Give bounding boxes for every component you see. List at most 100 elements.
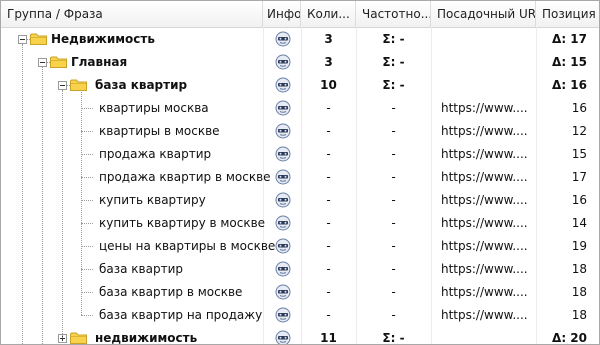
phrase-text: продажа квартир bbox=[99, 147, 212, 161]
column-header-phrase[interactable]: Группа / Фраза bbox=[1, 1, 263, 27]
frequency-cell: - bbox=[391, 147, 396, 161]
frequency-cell: - bbox=[391, 285, 396, 299]
count-cell: 3 bbox=[324, 32, 333, 46]
info-icon[interactable] bbox=[275, 261, 291, 277]
table-header: Группа / Фраза Инфо Коли... Частотно... … bbox=[1, 1, 599, 28]
info-icon[interactable] bbox=[275, 123, 291, 139]
tree-connector bbox=[81, 108, 93, 109]
phrase-text: база квартир bbox=[99, 262, 183, 276]
count-cell: - bbox=[326, 193, 331, 207]
url-cell[interactable]: https://www.... bbox=[431, 304, 536, 327]
info-icon[interactable] bbox=[275, 31, 291, 47]
url-cell[interactable] bbox=[431, 51, 536, 74]
url-cell[interactable]: https://www.... bbox=[431, 166, 536, 189]
frequency-cell: Σ: - bbox=[382, 55, 405, 69]
count-cell: - bbox=[326, 124, 331, 138]
position-cell: Δ: 16 bbox=[552, 78, 587, 92]
tree-connector bbox=[81, 246, 93, 247]
frequency-cell: Σ: - bbox=[382, 78, 405, 92]
url-cell[interactable]: https://www.... bbox=[431, 189, 536, 212]
info-icon[interactable] bbox=[275, 77, 291, 93]
position-cell: 18 bbox=[571, 308, 587, 322]
position-cell: 16 bbox=[571, 101, 587, 115]
count-cell: 11 bbox=[320, 331, 337, 345]
group-name: недвижимость bbox=[95, 331, 198, 345]
frequency-cell: - bbox=[391, 216, 396, 230]
url-cell[interactable]: https://www.... bbox=[431, 281, 536, 304]
group-row[interactable]: недвижимость 11 Σ: - Δ: 20 bbox=[1, 327, 599, 345]
url-cell[interactable]: https://www.... bbox=[431, 258, 536, 281]
tree-connector bbox=[22, 44, 23, 344]
column-header-frequency[interactable]: Частотно... bbox=[356, 1, 431, 27]
position-cell: 18 bbox=[571, 285, 587, 299]
phrase-text: купить квартиру в москве bbox=[99, 216, 266, 230]
url-cell[interactable]: https://www.... bbox=[431, 120, 536, 143]
column-header-count[interactable]: Коли... bbox=[301, 1, 356, 27]
phrase-text: квартиры москва bbox=[99, 101, 209, 115]
tree-connector bbox=[46, 62, 50, 63]
frequency-cell: - bbox=[391, 193, 396, 207]
url-cell[interactable]: https://www.... bbox=[431, 97, 536, 120]
folder-icon bbox=[70, 79, 87, 91]
group-row[interactable]: Недвижимость 3 Σ: - Δ: 17 bbox=[1, 28, 599, 51]
position-cell: 18 bbox=[571, 262, 587, 276]
column-header-info[interactable]: Инфо bbox=[263, 1, 301, 27]
position-cell: Δ: 20 bbox=[552, 331, 587, 345]
url-cell[interactable] bbox=[431, 74, 536, 97]
phrase-tree-table: Группа / Фраза Инфо Коли... Частотно... … bbox=[0, 0, 600, 345]
info-icon[interactable] bbox=[275, 215, 291, 231]
count-cell: - bbox=[326, 170, 331, 184]
position-cell: 12 bbox=[571, 124, 587, 138]
tree-connector bbox=[81, 223, 93, 224]
info-icon[interactable] bbox=[275, 169, 291, 185]
group-row[interactable]: база квартир 10 Σ: - Δ: 16 bbox=[1, 74, 599, 97]
count-cell: - bbox=[326, 147, 331, 161]
frequency-cell: Σ: - bbox=[382, 32, 405, 46]
info-icon[interactable] bbox=[275, 307, 291, 323]
info-icon[interactable] bbox=[275, 54, 291, 70]
url-cell[interactable] bbox=[431, 327, 536, 344]
info-icon[interactable] bbox=[275, 192, 291, 208]
url-cell[interactable]: https://www.... bbox=[431, 212, 536, 235]
tree-connector bbox=[81, 92, 82, 315]
position-cell: 16 bbox=[571, 193, 587, 207]
group-row[interactable]: Главная 3 Σ: - Δ: 15 bbox=[1, 51, 599, 74]
count-cell: 10 bbox=[320, 78, 337, 92]
frequency-cell: - bbox=[391, 239, 396, 253]
folder-icon bbox=[70, 332, 87, 344]
tree-connector bbox=[81, 269, 93, 270]
tree-connector bbox=[81, 131, 93, 132]
tree-connector bbox=[42, 67, 43, 344]
tree-connector bbox=[81, 154, 93, 155]
tree-connector bbox=[26, 39, 30, 40]
column-header-position[interactable]: Позиция bbox=[536, 1, 599, 27]
tree-connector bbox=[81, 315, 93, 316]
phrase-text: цены на квартиры в москве bbox=[99, 239, 276, 253]
info-icon[interactable] bbox=[275, 238, 291, 254]
info-icon[interactable] bbox=[275, 146, 291, 162]
count-cell: - bbox=[326, 239, 331, 253]
frequency-cell: Σ: - bbox=[382, 331, 405, 345]
url-cell[interactable]: https://www.... bbox=[431, 235, 536, 258]
url-cell[interactable] bbox=[431, 28, 536, 51]
phrase-text: купить квартиру bbox=[99, 193, 206, 207]
column-header-url[interactable]: Посадочный URL bbox=[431, 1, 536, 27]
count-cell: - bbox=[326, 262, 331, 276]
count-cell: - bbox=[326, 101, 331, 115]
phrase-text: продажа квартир в москве bbox=[99, 170, 271, 184]
tree-connector bbox=[81, 200, 93, 201]
frequency-cell: - bbox=[391, 262, 396, 276]
group-name: Недвижимость bbox=[51, 32, 155, 46]
phrase-text: база квартир на продажу bbox=[99, 308, 263, 322]
info-icon[interactable] bbox=[275, 284, 291, 300]
position-cell: 19 bbox=[571, 239, 587, 253]
info-icon[interactable] bbox=[275, 100, 291, 116]
frequency-cell: - bbox=[391, 170, 396, 184]
phrase-text: база квартир в москве bbox=[99, 285, 243, 299]
position-cell: 17 bbox=[571, 170, 587, 184]
info-icon[interactable] bbox=[275, 330, 291, 345]
count-cell: - bbox=[326, 216, 331, 230]
group-name: Главная bbox=[71, 55, 128, 69]
count-cell: - bbox=[326, 308, 331, 322]
url-cell[interactable]: https://www.... bbox=[431, 143, 536, 166]
